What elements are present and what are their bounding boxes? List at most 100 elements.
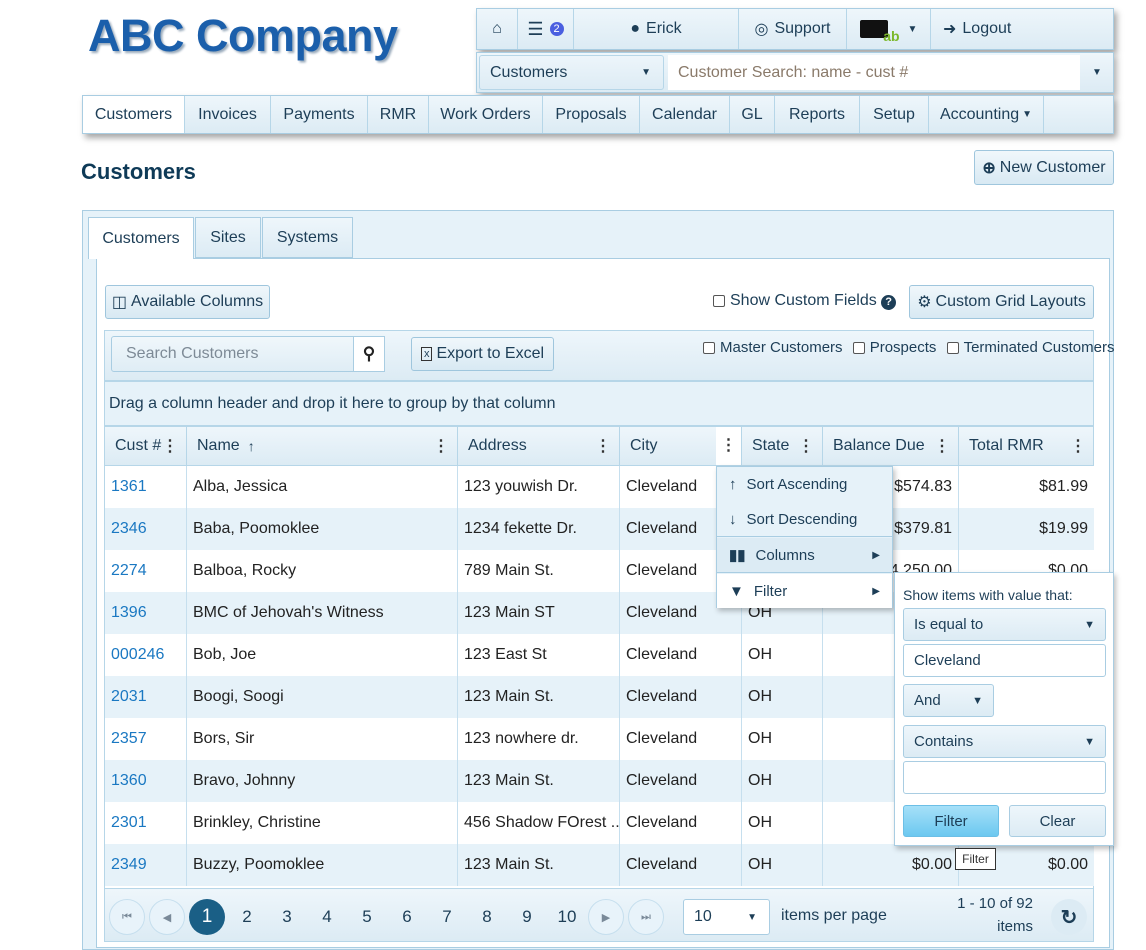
filter-value2-input[interactable]: [903, 761, 1106, 794]
column-menu-icon[interactable]: ⋮: [1070, 439, 1086, 455]
cell-cust-number[interactable]: 2357: [105, 718, 187, 760]
column-header-name[interactable]: Name ↑ ⋮: [187, 427, 458, 465]
show-custom-fields-checkbox[interactable]: Show Custom Fields ?: [713, 292, 897, 310]
table-row[interactable]: 2349 Buzzy, Poomoklee 123 Main St. Clevelan…: [105, 844, 1094, 886]
cell-cust-number[interactable]: 2031: [105, 676, 187, 718]
master-label: Master Customers: [720, 339, 843, 356]
column-header-address[interactable]: Address ⋮: [458, 427, 620, 465]
cell-cust-number[interactable]: 2301: [105, 802, 187, 844]
export-excel-button[interactable]: x Export to Excel: [411, 337, 554, 371]
column-menu-icon[interactable]: ⋮: [934, 439, 950, 455]
cell-cust-number[interactable]: 1396: [105, 592, 187, 634]
column-menu-icon[interactable]: ⋮: [433, 439, 449, 455]
nav-tab-calendar[interactable]: Calendar: [640, 96, 730, 133]
nav-tab-accounting[interactable]: Accounting ▼: [929, 96, 1044, 133]
sort-ascending-icon: ↑: [247, 438, 255, 454]
operator2-select[interactable]: Contains ▼: [903, 725, 1106, 758]
tab-sites[interactable]: Sites: [195, 217, 261, 258]
tab-customers[interactable]: Customers: [88, 217, 194, 259]
refresh-button[interactable]: ↻: [1051, 899, 1087, 935]
column-header-label: Cust #: [115, 437, 162, 454]
nav-tab-gl[interactable]: GL: [730, 96, 775, 133]
sort-descending-item[interactable]: ↓ Sort Descending: [717, 502, 892, 537]
home-button[interactable]: ⌂: [477, 9, 518, 49]
group-drop-area[interactable]: Drag a column header and drop it here to…: [104, 381, 1094, 426]
support-button[interactable]: ◎ Support: [739, 9, 847, 49]
page-size-select[interactable]: 10 ▼: [683, 899, 770, 935]
cell-cust-number[interactable]: 2349: [105, 844, 187, 886]
column-menu-icon[interactable]: ⋮: [716, 427, 741, 465]
briefcase-menu-button[interactable]: ab ▼: [847, 9, 931, 49]
available-columns-button[interactable]: ◫ Available Columns: [105, 285, 270, 319]
notifications-button[interactable]: ☰ 2: [518, 9, 574, 49]
page-3-button[interactable]: 3: [269, 899, 305, 935]
filter-tooltip: Filter: [955, 848, 996, 870]
briefcase-icon: ab: [859, 20, 900, 44]
next-page-button[interactable]: ▶: [588, 899, 624, 935]
nav-tab-setup[interactable]: Setup: [860, 96, 929, 133]
last-page-button[interactable]: ⏭: [628, 899, 664, 935]
custom-grid-layouts-button[interactable]: ⚙ Custom Grid Layouts: [909, 285, 1094, 319]
search-dropdown-button[interactable]: ▼: [1081, 55, 1113, 90]
column-header-total-rmr[interactable]: Total RMR ⋮: [959, 427, 1094, 465]
terminated-customers-checkbox[interactable]: Terminated Customers: [946, 339, 1114, 356]
nav-tab-payments[interactable]: Payments: [271, 96, 368, 133]
cell-cust-number[interactable]: 000246: [105, 634, 187, 676]
page-4-button[interactable]: 4: [309, 899, 345, 935]
column-header-balance-due[interactable]: Balance Due ⋮: [823, 427, 959, 465]
column-menu-icon[interactable]: ⋮: [162, 439, 178, 455]
first-page-button[interactable]: ⏮: [109, 899, 145, 935]
customer-search-input[interactable]: Customer Search: name - cust #: [668, 55, 1080, 90]
filter-value1-input[interactable]: Cleveland: [903, 644, 1106, 677]
filter-button[interactable]: Filter: [903, 805, 999, 837]
cell-cust-number[interactable]: 1361: [105, 466, 187, 508]
nav-tab-proposals[interactable]: Proposals: [543, 96, 640, 133]
prospects-checkbox[interactable]: Prospects: [852, 339, 936, 356]
column-menu-icon[interactable]: ⋮: [595, 439, 611, 455]
cell-cust-number[interactable]: 2274: [105, 550, 187, 592]
pager-summary-items: items: [997, 918, 1033, 935]
nav-tab-reports[interactable]: Reports: [775, 96, 860, 133]
table-row[interactable]: 1361 Alba, Jessica 123 youwish Dr. Clevelan…: [105, 466, 1094, 508]
previous-page-button[interactable]: ◀: [149, 899, 185, 935]
column-header-city[interactable]: City ⋮: [620, 427, 742, 465]
table-row[interactable]: 2346 Baba, Poomoklee 1234 fekette Dr. Cleve…: [105, 508, 1094, 550]
filter-item[interactable]: ▼ Filter ▶: [717, 574, 892, 608]
cell-address: 123 youwish Dr.: [458, 466, 620, 508]
page-10-button[interactable]: 10: [549, 899, 585, 935]
sort-ascending-item[interactable]: ↑ Sort Ascending: [717, 467, 892, 502]
column-header-state[interactable]: State ⋮: [742, 427, 823, 465]
logic-select[interactable]: And ▼: [903, 684, 994, 717]
page-8-button[interactable]: 8: [469, 899, 505, 935]
grid-search-button[interactable]: ⚲: [353, 336, 385, 372]
page-6-button[interactable]: 6: [389, 899, 425, 935]
show-custom-fields-label: Show Custom Fields: [730, 292, 877, 309]
grid-search-input[interactable]: Search Customers: [111, 336, 354, 372]
logout-button[interactable]: ➜ Logout: [931, 9, 1115, 49]
nav-tab-customers[interactable]: Customers: [83, 96, 185, 133]
page-9-button[interactable]: 9: [509, 899, 545, 935]
page-2-button[interactable]: 2: [229, 899, 265, 935]
cell-state: OH: [742, 676, 823, 718]
page-5-button[interactable]: 5: [349, 899, 385, 935]
new-customer-button[interactable]: ⊕ New Customer: [974, 150, 1114, 185]
nav-tab-rmr[interactable]: RMR: [368, 96, 429, 133]
clear-button[interactable]: Clear: [1009, 805, 1106, 837]
column-header-cust[interactable]: Cust # ⋮: [105, 427, 187, 465]
columns-item[interactable]: ▮▮ Columns ▶: [717, 538, 892, 573]
page-7-button[interactable]: 7: [429, 899, 465, 935]
module-select[interactable]: Customers ▼: [479, 55, 664, 90]
column-menu-icon[interactable]: ⋮: [798, 439, 814, 455]
nav-tab-work-orders[interactable]: Work Orders: [429, 96, 543, 133]
cell-name: Bravo, Johnny: [187, 760, 458, 802]
user-button[interactable]: ● Erick: [574, 9, 739, 49]
nav-tab-invoices[interactable]: Invoices: [185, 96, 271, 133]
help-icon[interactable]: ?: [881, 295, 897, 310]
master-customers-checkbox[interactable]: Master Customers: [703, 339, 843, 356]
tab-systems[interactable]: Systems: [262, 217, 353, 258]
column-header-label: State: [752, 437, 790, 454]
page-1-button[interactable]: 1: [189, 899, 225, 935]
cell-cust-number[interactable]: 1360: [105, 760, 187, 802]
operator1-select[interactable]: Is equal to ▼: [903, 608, 1106, 641]
cell-cust-number[interactable]: 2346: [105, 508, 187, 550]
